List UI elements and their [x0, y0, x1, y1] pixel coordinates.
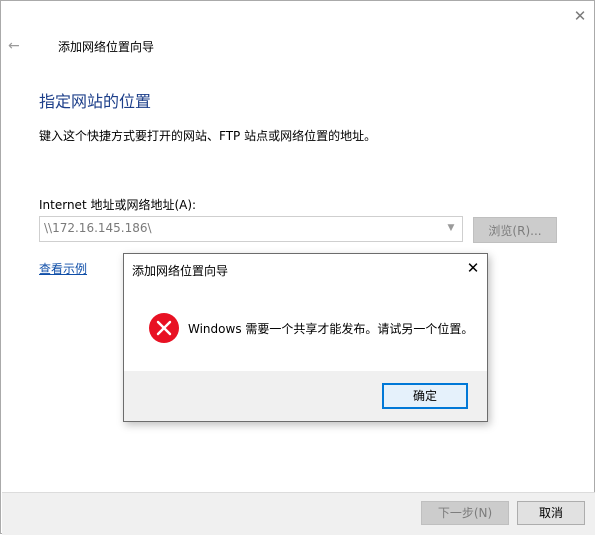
instruction-text: 键入这个快捷方式要打开的网站、FTP 站点或网络位置的地址。 — [39, 129, 377, 143]
page-heading: 指定网站的位置 — [39, 92, 152, 111]
next-button[interactable]: 下一步(N) — [421, 501, 509, 525]
address-combobox[interactable]: \\172.16.145.186\ ▼ — [39, 216, 463, 242]
ok-button[interactable]: 确定 — [382, 383, 468, 409]
wizard-title: 添加网络位置向导 — [58, 40, 155, 54]
chevron-down-icon[interactable]: ▼ — [444, 220, 458, 236]
close-icon[interactable]: ✕ — [571, 7, 589, 25]
dialog-title: 添加网络位置向导 — [132, 264, 229, 278]
view-example-link[interactable]: 查看示例 — [39, 260, 87, 277]
error-icon — [149, 313, 179, 343]
cancel-button[interactable]: 取消 — [517, 501, 585, 525]
error-dialog: 添加网络位置向导 ✕ Windows 需要一个共享才能发布。请试另一个位置。 确… — [123, 253, 488, 422]
address-input[interactable]: \\172.16.145.186\ — [44, 221, 152, 235]
browse-button[interactable]: 浏览(R)... — [473, 217, 557, 243]
address-label: Internet 地址或网络地址(A): — [39, 198, 197, 212]
dialog-close-icon[interactable]: ✕ — [464, 259, 482, 277]
dialog-message: Windows 需要一个共享才能发布。请试另一个位置。 — [188, 322, 474, 336]
back-arrow-icon[interactable]: ← — [8, 37, 26, 55]
